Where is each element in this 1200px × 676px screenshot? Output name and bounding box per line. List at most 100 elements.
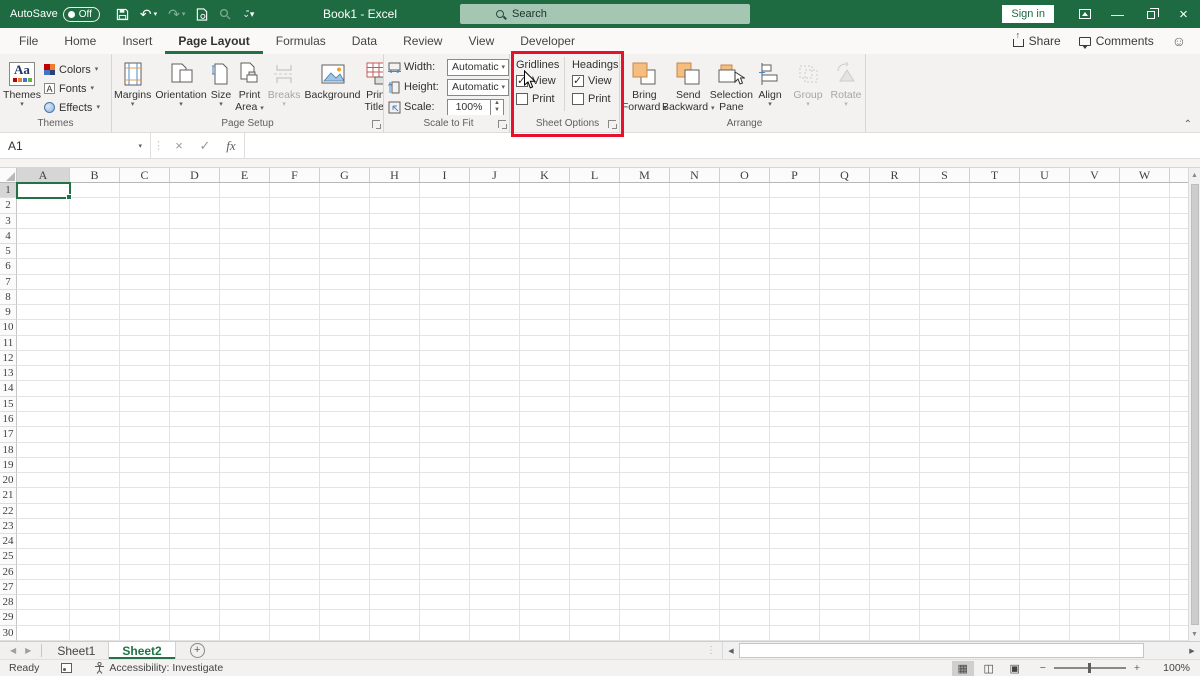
grid-cell-I2[interactable] <box>420 198 470 213</box>
grid-cell-T27[interactable] <box>970 580 1020 595</box>
grid-cell-R30[interactable] <box>870 626 920 641</box>
gridlines-view-checkbox[interactable]: View <box>516 75 564 87</box>
grid-cell-P4[interactable] <box>770 229 820 244</box>
column-header-J[interactable]: J <box>470 168 520 182</box>
grid-cell-R1[interactable] <box>870 183 920 198</box>
grid-cell-U10[interactable] <box>1020 320 1070 335</box>
grid-cell-J26[interactable] <box>470 565 520 580</box>
grid-cell-H15[interactable] <box>370 397 420 412</box>
grid-cell-R28[interactable] <box>870 595 920 610</box>
grid-cell-P3[interactable] <box>770 214 820 229</box>
autosave-toggle[interactable]: AutoSave Off <box>10 7 100 22</box>
bring-forward-button[interactable]: BringForward ▾ <box>624 57 665 113</box>
grid-cell-S27[interactable] <box>920 580 970 595</box>
grid-cell-L15[interactable] <box>570 397 620 412</box>
grid-cell-M27[interactable] <box>620 580 670 595</box>
grid-cell-L8[interactable] <box>570 290 620 305</box>
grid-cell-N21[interactable] <box>670 488 720 503</box>
grid-cell-S7[interactable] <box>920 275 970 290</box>
grid-cell-J15[interactable] <box>470 397 520 412</box>
grid-cell-B28[interactable] <box>70 595 120 610</box>
grid-cell-R10[interactable] <box>870 320 920 335</box>
grid-cell-I9[interactable] <box>420 305 470 320</box>
spinner-down-icon[interactable]: ▼ <box>494 107 500 114</box>
grid-cell-F13[interactable] <box>270 366 320 381</box>
grid-cell-V25[interactable] <box>1070 549 1120 564</box>
grid-cell-G15[interactable] <box>320 397 370 412</box>
grid-cell-I4[interactable] <box>420 229 470 244</box>
grid-cell-G25[interactable] <box>320 549 370 564</box>
grid-cell-L29[interactable] <box>570 610 620 625</box>
grid-cell-B18[interactable] <box>70 443 120 458</box>
grid-cell-F26[interactable] <box>270 565 320 580</box>
grid-cell-K22[interactable] <box>520 504 570 519</box>
grid-cell-C20[interactable] <box>120 473 170 488</box>
grid-cell-D3[interactable] <box>170 214 220 229</box>
grid-cell-S5[interactable] <box>920 244 970 259</box>
grid-cell-V1[interactable] <box>1070 183 1120 198</box>
grid-cell-D30[interactable] <box>170 626 220 641</box>
page-break-preview-button[interactable]: ▣ <box>1004 661 1026 676</box>
grid-cell-T3[interactable] <box>970 214 1020 229</box>
grid-cell-E22[interactable] <box>220 504 270 519</box>
grid-cell-T1[interactable] <box>970 183 1020 198</box>
grid-cell-B6[interactable] <box>70 259 120 274</box>
grid-cell-K1[interactable] <box>520 183 570 198</box>
grid-cell-Q30[interactable] <box>820 626 870 641</box>
grid-cell-F8[interactable] <box>270 290 320 305</box>
column-header-C[interactable]: C <box>120 168 170 182</box>
grid-cell-P16[interactable] <box>770 412 820 427</box>
grid-cell-L21[interactable] <box>570 488 620 503</box>
grid-cell-I24[interactable] <box>420 534 470 549</box>
grid-cell-P10[interactable] <box>770 320 820 335</box>
grid-cell-L13[interactable] <box>570 366 620 381</box>
grid-cell-U11[interactable] <box>1020 336 1070 351</box>
column-header-G[interactable]: G <box>320 168 370 182</box>
grid-cell-R27[interactable] <box>870 580 920 595</box>
save-icon[interactable] <box>116 8 129 21</box>
grid-cell-O24[interactable] <box>720 534 770 549</box>
grid-cell-F18[interactable] <box>270 443 320 458</box>
grid-cell-M18[interactable] <box>620 443 670 458</box>
grid-cell-O10[interactable] <box>720 320 770 335</box>
grid-cell-V23[interactable] <box>1070 519 1120 534</box>
grid-cell-A15[interactable] <box>17 397 70 412</box>
grid-cell-A28[interactable] <box>17 595 70 610</box>
chevron-down-icon[interactable]: ▾ <box>138 142 142 150</box>
grid-cell-Q10[interactable] <box>820 320 870 335</box>
grid-cell-R5[interactable] <box>870 244 920 259</box>
grid-cell-K23[interactable] <box>520 519 570 534</box>
grid-cell-R20[interactable] <box>870 473 920 488</box>
grid-cell-K8[interactable] <box>520 290 570 305</box>
grid-cell-S25[interactable] <box>920 549 970 564</box>
grid-cell-S22[interactable] <box>920 504 970 519</box>
colors-button[interactable]: Colors ▾ <box>44 60 100 79</box>
grid-cell-M16[interactable] <box>620 412 670 427</box>
grid-cell-R14[interactable] <box>870 381 920 396</box>
grid-cell-T23[interactable] <box>970 519 1020 534</box>
grid-cell-V28[interactable] <box>1070 595 1120 610</box>
grid-cell-H4[interactable] <box>370 229 420 244</box>
grid-cell-A18[interactable] <box>17 443 70 458</box>
row-header-2[interactable]: 2 <box>0 198 17 213</box>
grid-cell-I26[interactable] <box>420 565 470 580</box>
grid-cell-R23[interactable] <box>870 519 920 534</box>
grid-cell-U29[interactable] <box>1020 610 1070 625</box>
grid-cell-W4[interactable] <box>1120 229 1170 244</box>
grid-cell-T20[interactable] <box>970 473 1020 488</box>
row-header-14[interactable]: 14 <box>0 381 17 396</box>
checkbox-icon[interactable] <box>572 93 584 105</box>
grid-cell-N1[interactable] <box>670 183 720 198</box>
grid-cell-C14[interactable] <box>120 381 170 396</box>
grid-cell-G20[interactable] <box>320 473 370 488</box>
row-header-8[interactable]: 8 <box>0 290 17 305</box>
grid-cell-E25[interactable] <box>220 549 270 564</box>
grid-cell-N8[interactable] <box>670 290 720 305</box>
restore-button[interactable] <box>1134 0 1167 28</box>
headings-view-checkbox[interactable]: View <box>572 75 619 87</box>
grid-cell-E12[interactable] <box>220 351 270 366</box>
grid-cell-J23[interactable] <box>470 519 520 534</box>
grid-cell-F5[interactable] <box>270 244 320 259</box>
column-header-L[interactable]: L <box>570 168 620 182</box>
selected-cell-outline[interactable] <box>16 182 71 199</box>
